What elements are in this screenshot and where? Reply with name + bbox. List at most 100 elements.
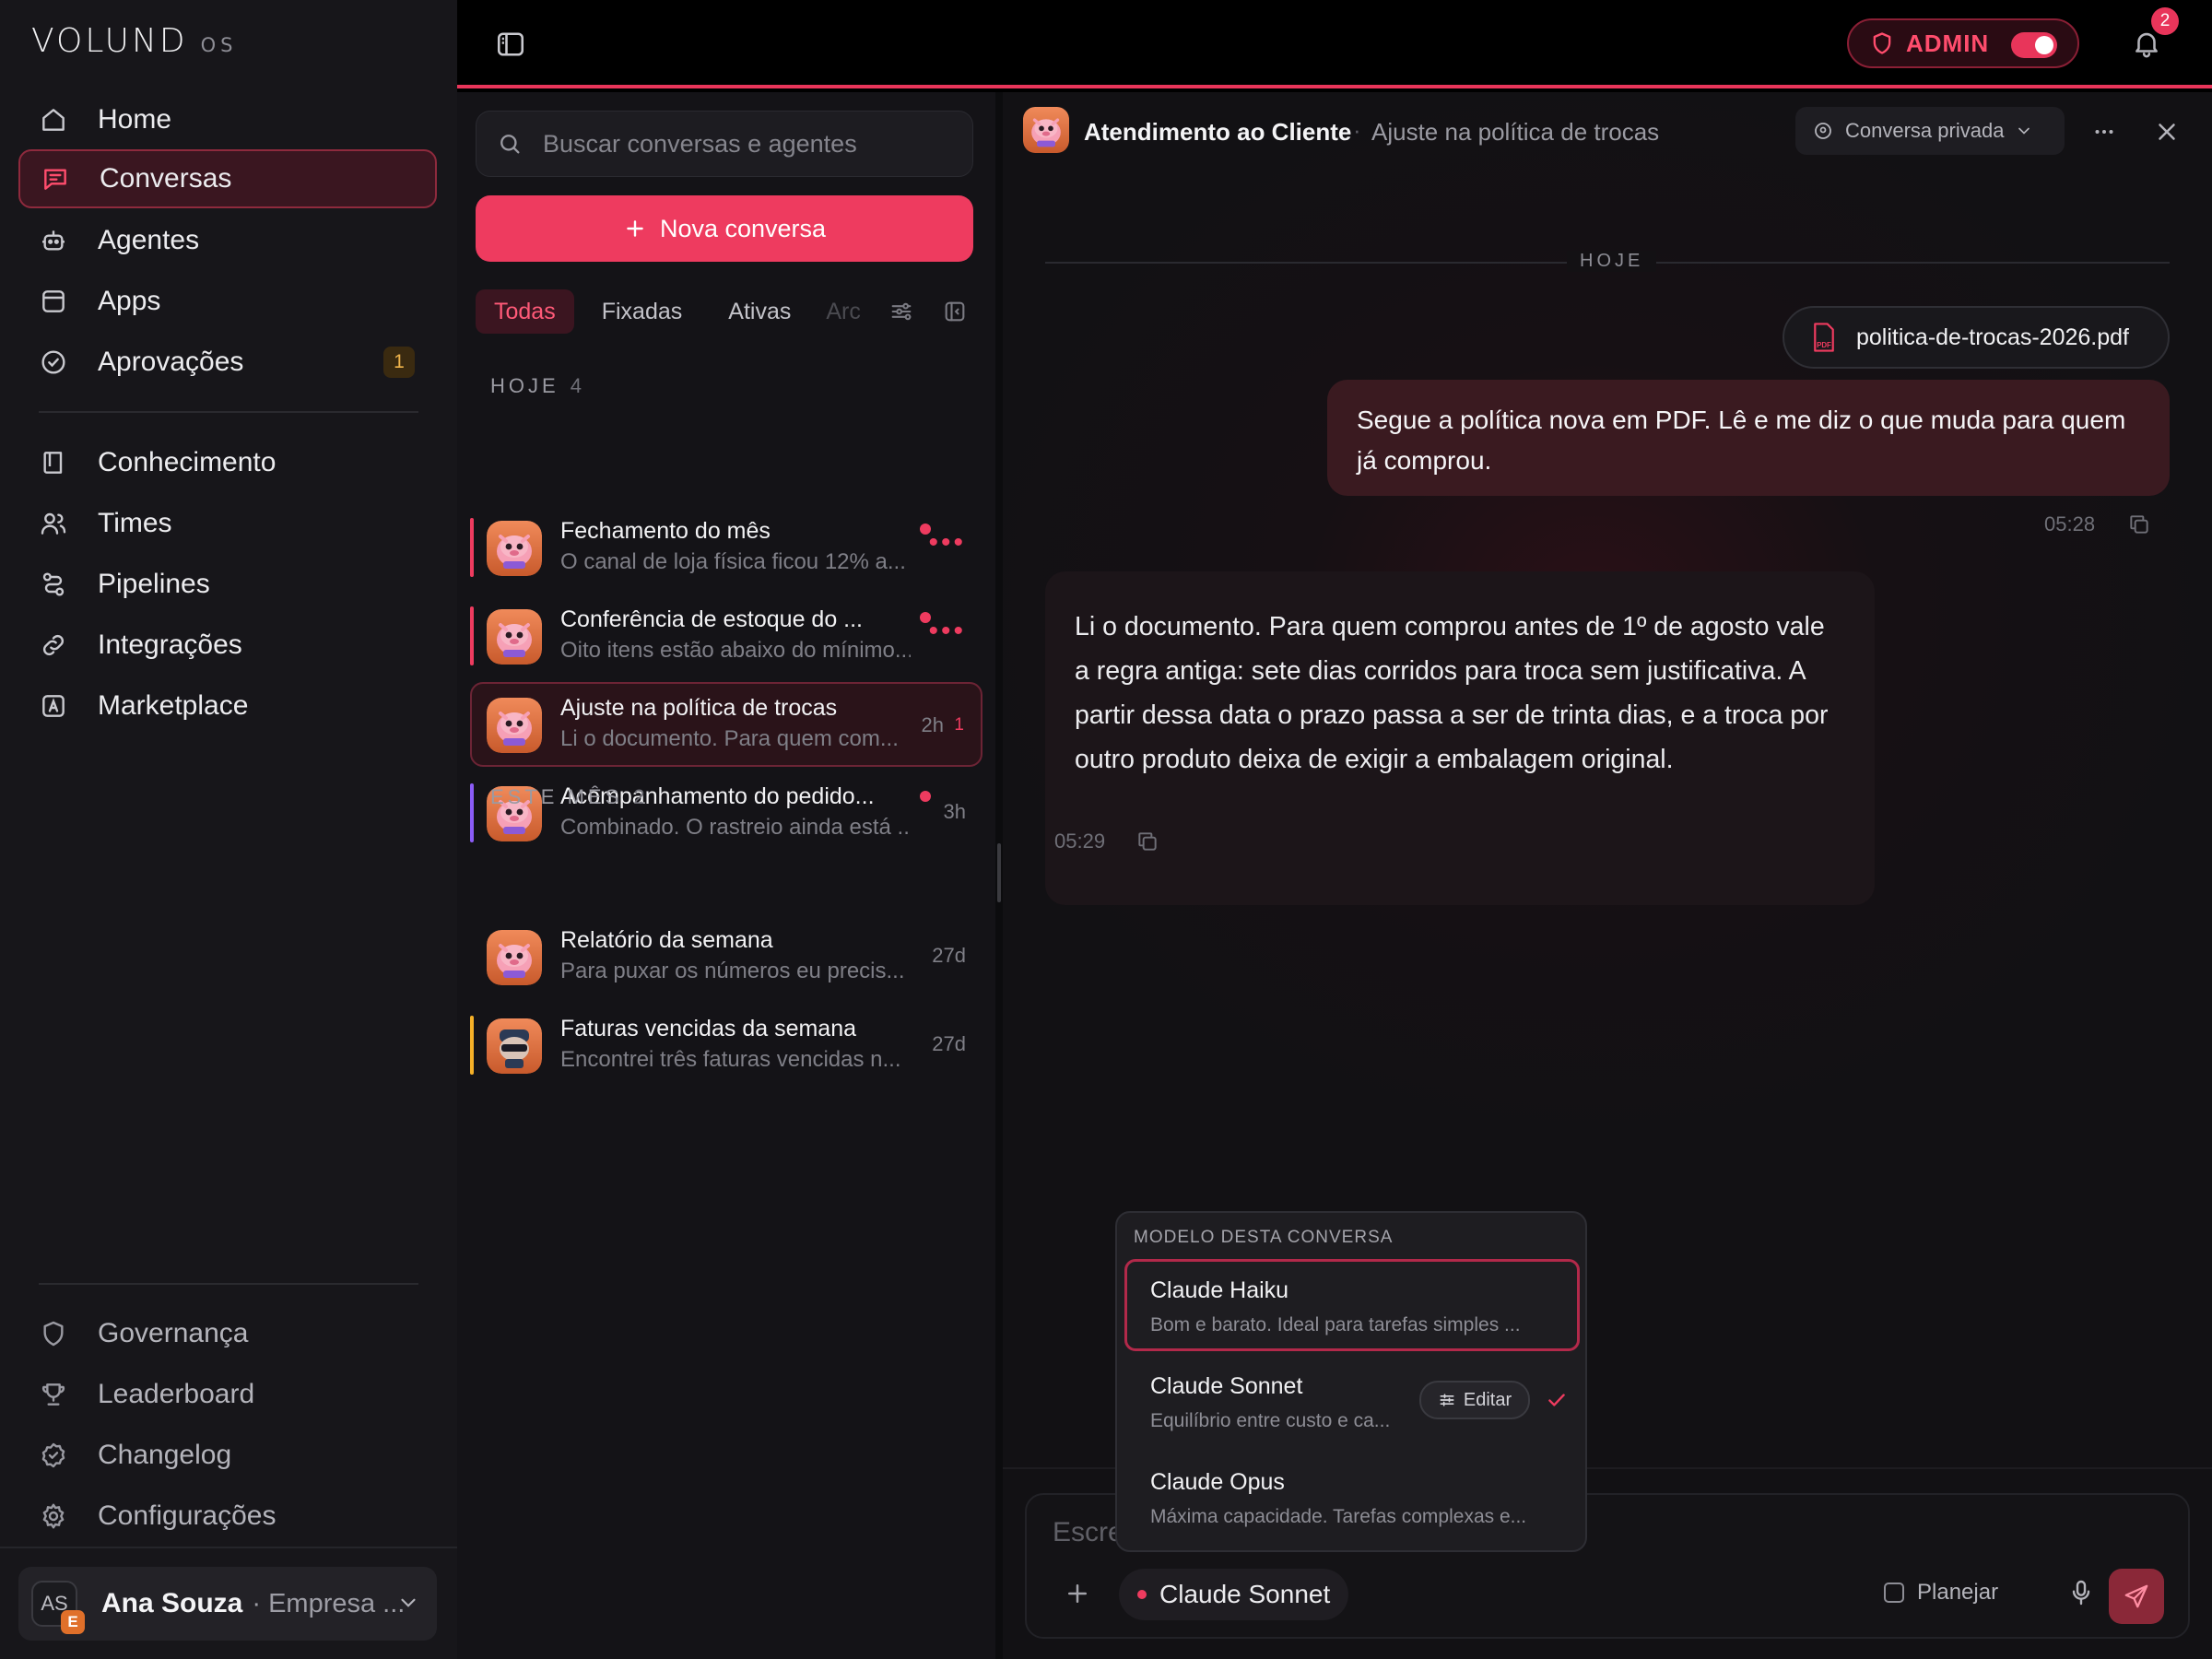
conversation-title: Relatório da semana (560, 927, 773, 953)
sidebar-item-aprovacoes[interactable]: Aprovações 1 (18, 333, 437, 392)
sidebar-item-label: Leaderboard (98, 1379, 255, 1409)
user-message: Segue a política nova em PDF. Lê e me di… (1327, 380, 2170, 496)
edit-label: Editar (1463, 1389, 1512, 1410)
conversation-item[interactable]: Faturas vencidas da semana Encontrei trê… (470, 1003, 982, 1088)
check-circle-icon (41, 350, 65, 374)
user-org: · Empresa ... (252, 1588, 406, 1618)
collapse-panel-icon[interactable] (942, 299, 968, 324)
section-label-este-mes: ESTE MÊS 2 (490, 785, 645, 808)
sidebar-item-conhecimento[interactable]: Conhecimento (18, 433, 437, 492)
model-option-sonnet[interactable]: Claude Sonnet Equilíbrio entre custo e c… (1124, 1355, 1580, 1447)
sidebar-toggle-icon[interactable] (494, 28, 527, 61)
book-icon (43, 452, 63, 474)
admin-switch[interactable] (2011, 32, 2057, 58)
new-conversation-button[interactable]: Nova conversa (476, 195, 973, 262)
gear-icon (42, 1503, 65, 1529)
privacy-select[interactable]: Conversa privada (1795, 107, 2065, 155)
conversation-time: 27d (932, 1032, 966, 1055)
sidebar: VOLUND OS Home Conversas Agentes Apps Ap… (0, 0, 457, 1659)
conversation-filter-tabs: Todas Fixadas Ativas Arc (476, 289, 865, 334)
agent-name[interactable]: Atendimento ao Cliente (1084, 118, 1351, 147)
sidebar-item-changelog[interactable]: Changelog (18, 1426, 437, 1485)
sidebar-item-configuracoes[interactable]: Configurações (18, 1487, 437, 1546)
more-options-icon[interactable] (2090, 118, 2118, 146)
conversation-item[interactable]: Relatório da semana Para puxar os número… (470, 914, 982, 999)
model-status-dot (1137, 1590, 1147, 1599)
conversation-item[interactable]: Fechamento do mês O canal de loja física… (470, 505, 982, 590)
sidebar-item-agentes[interactable]: Agentes (18, 211, 437, 270)
send-button[interactable] (2109, 1569, 2164, 1624)
conversation-item-selected[interactable]: Ajuste na política de trocas Li o docume… (470, 682, 982, 767)
sidebar-item-leaderboard[interactable]: Leaderboard (18, 1365, 437, 1424)
sidebar-item-label: Configurações (98, 1500, 276, 1531)
tab-arquivadas[interactable]: Arc (818, 289, 865, 334)
avatar: AS E (31, 1581, 85, 1634)
lock-pin-icon (1815, 123, 1831, 139)
sidebar-item-pipelines[interactable]: Pipelines (18, 555, 437, 614)
check-icon (1548, 1394, 1565, 1406)
conversation-preview: Li o documento. Para quem com... (560, 726, 899, 751)
status-bar (470, 1016, 474, 1075)
search-input[interactable]: Buscar conversas e agentes (476, 111, 973, 177)
agent-avatar (487, 930, 542, 985)
sidebar-item-conversas[interactable]: Conversas (18, 149, 437, 208)
sidebar-item-home[interactable]: Home (18, 90, 437, 149)
tab-todas[interactable]: Todas (476, 289, 574, 334)
chevron-down-icon (2018, 127, 2030, 135)
copy-icon[interactable] (1135, 830, 1159, 853)
header-separator: · (1353, 116, 1361, 144)
plan-toggle[interactable]: Planejar (1884, 1580, 1998, 1606)
plan-label: Planejar (1917, 1580, 1999, 1605)
more-options-icon[interactable]: ••• (928, 529, 966, 557)
conversation-item[interactable]: Conferência de estoque do ... Oito itens… (470, 594, 982, 678)
message-timestamp: 05:28 (2044, 512, 2096, 535)
conversation-item[interactable]: Acompanhamento do pedido... Combinado. O… (470, 771, 982, 855)
edit-model-button[interactable]: Editar (1419, 1381, 1530, 1419)
resize-grip[interactable] (997, 843, 1001, 902)
filter-sliders-icon[interactable] (888, 299, 914, 324)
panel-resize-handle[interactable] (995, 92, 1003, 1659)
chat-icon (44, 169, 66, 190)
model-dropdown-menu: MODELO DESTA CONVERSA Claude Haiku Bom e… (1115, 1211, 1587, 1552)
microphone-icon[interactable] (2066, 1578, 2096, 1607)
sidebar-item-marketplace[interactable]: Marketplace (18, 677, 437, 735)
more-options-icon[interactable]: ••• (928, 618, 966, 645)
sidebar-item-integracoes[interactable]: Integrações (18, 616, 437, 675)
privacy-label: Conversa privada (1845, 119, 2005, 142)
top-bar: ADMIN 2 (457, 0, 2212, 88)
section-label-hoje: HOJE 4 (490, 374, 582, 397)
conversation-title: Fechamento do mês (560, 518, 771, 544)
plus-icon[interactable] (1064, 1580, 1091, 1607)
model-option-name: Claude Haiku (1150, 1277, 1289, 1303)
new-conversation-label: Nova conversa (659, 214, 827, 242)
sidebar-item-times[interactable]: Times (18, 494, 437, 553)
sidebar-item-governanca[interactable]: Governança (18, 1304, 437, 1363)
model-option-name: Claude Sonnet (1150, 1373, 1303, 1399)
conversation-time: 27d (932, 944, 966, 967)
model-selector-button[interactable]: Claude Sonnet (1119, 1569, 1349, 1620)
user-account-menu[interactable]: AS E Ana Souza · Empresa ... (18, 1567, 437, 1641)
notification-count-badge: 2 (2151, 7, 2179, 35)
attachment-chip[interactable]: PDF politica-de-trocas-2026.pdf (1783, 306, 2170, 369)
status-bar (470, 518, 474, 577)
plan-checkbox[interactable] (1884, 1583, 1904, 1603)
shield-icon (43, 1321, 64, 1347)
sidebar-item-apps[interactable]: Apps (18, 272, 437, 331)
tab-fixadas[interactable]: Fixadas (583, 289, 701, 334)
unread-count: 1 (954, 715, 964, 735)
conversation-preview: Para puxar os números eu precis... (560, 959, 905, 983)
tab-ativas[interactable]: Ativas (710, 289, 809, 334)
approvals-count-badge: 1 (383, 347, 415, 378)
brand-logo[interactable]: VOLUND OS (31, 22, 237, 60)
close-icon[interactable] (2153, 118, 2181, 146)
sidebar-item-label: Conversas (100, 163, 232, 194)
model-option-haiku[interactable]: Claude Haiku Bom e barato. Ideal para ta… (1124, 1259, 1580, 1351)
marketplace-icon (42, 695, 65, 717)
app-window-icon (42, 290, 65, 312)
conversation-time: 3h (943, 800, 966, 823)
admin-mode-toggle[interactable]: ADMIN (1847, 18, 2079, 68)
copy-icon[interactable] (2127, 512, 2151, 536)
conversation-time: 2h (921, 713, 944, 736)
sidebar-divider (39, 411, 418, 413)
model-option-opus[interactable]: Claude Opus Máxima capacidade. Tarefas c… (1124, 1451, 1580, 1543)
